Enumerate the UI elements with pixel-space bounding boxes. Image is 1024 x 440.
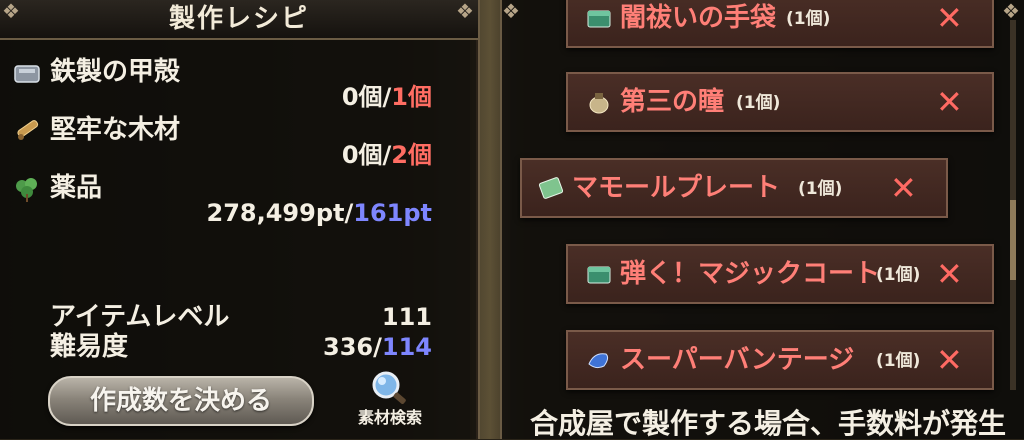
recipe-panel: 製作レシピ ❖ ❖ 鉄製の甲殻 0個/1個 堅牢な木材 0個/2個 薬品 278… <box>0 0 480 439</box>
item-quantity: (1個) <box>736 93 781 113</box>
pouch-icon <box>589 93 609 114</box>
scrollbar-thumb[interactable] <box>1010 200 1016 280</box>
material-name: 薬品 <box>50 173 103 203</box>
remove-icon[interactable]: ✕ <box>936 86 963 118</box>
item-name: スーパーバンテージ <box>620 345 855 375</box>
remove-icon[interactable]: ✕ <box>936 2 963 34</box>
box-icon <box>587 10 611 28</box>
item-row[interactable]: 第三の瞳 (1個) ✕ <box>566 72 994 132</box>
material-count: 0個/1個 <box>341 83 432 111</box>
item-quantity: (1個) <box>786 9 831 29</box>
item-row[interactable]: 闇祓いの手袋 (1個) ✕ <box>566 0 994 48</box>
title-bar: 製作レシピ <box>0 0 478 40</box>
item-quantity: (1個) <box>876 351 921 371</box>
item-row[interactable]: スーパーバンテージ (1個) ✕ <box>566 330 994 390</box>
item-name: 闇祓いの手袋 <box>620 3 777 33</box>
material-count: 278,499pt/161pt <box>206 199 432 227</box>
item-row[interactable]: 弾く！マジックコート (1個) ✕ <box>566 244 994 304</box>
remove-icon[interactable]: ✕ <box>936 344 963 376</box>
decide-quantity-button[interactable]: 作成数を決める <box>48 376 314 426</box>
material-name: 堅牢な木材 <box>50 115 181 145</box>
difficulty-value: 336/114 <box>323 333 432 361</box>
item-level-value: 111 <box>381 303 432 331</box>
item-name: マモールプレート <box>572 173 781 203</box>
corner-ornament-icon: ❖ <box>502 0 520 23</box>
search-label: 素材検索 <box>357 408 422 427</box>
wood-icon <box>17 120 39 140</box>
material-name: 鉄製の甲殻 <box>50 57 181 87</box>
fee-notice: 合成屋で製作する場合、手数料が発生 <box>530 407 1007 440</box>
scroll-icon <box>538 177 564 199</box>
material-search-button[interactable]: 素材検索 <box>345 368 435 432</box>
corner-ornament-icon: ❖ <box>1002 0 1020 23</box>
corner-ornament-icon: ❖ <box>2 0 20 23</box>
iron-shell-icon <box>14 65 40 83</box>
item-name: 弾く！マジックコート <box>620 259 881 289</box>
material-count: 0個/2個 <box>341 141 432 169</box>
difficulty-label: 難易度 <box>50 332 129 362</box>
bandage-icon <box>588 353 609 369</box>
remove-icon[interactable]: ✕ <box>936 258 963 290</box>
item-name: 第三の瞳 <box>620 87 725 117</box>
corner-ornament-icon: ❖ <box>456 0 474 23</box>
box-icon <box>587 266 611 284</box>
panel-title: 製作レシピ <box>168 4 309 34</box>
remove-icon[interactable]: ✕ <box>890 172 917 204</box>
item-quantity: (1個) <box>798 179 843 199</box>
magnifier-icon <box>372 371 406 404</box>
item-quantity: (1個) <box>876 265 921 285</box>
item-level-label: アイテムレベル <box>50 302 230 332</box>
herb-icon <box>16 178 37 202</box>
item-row-selected[interactable]: マモールプレート (1個) ✕ <box>520 158 948 218</box>
